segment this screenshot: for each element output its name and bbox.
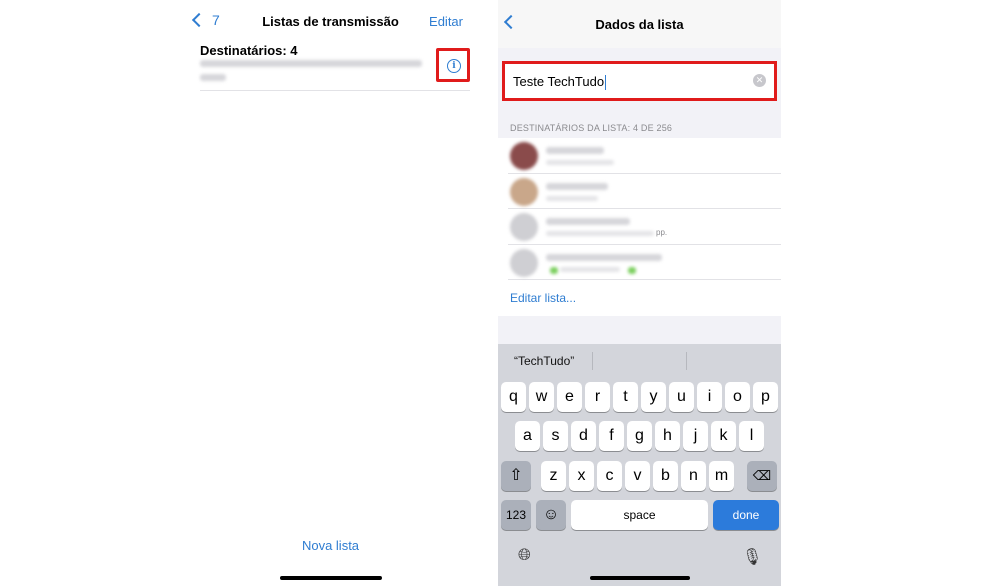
key-e[interactable]: e — [557, 382, 582, 412]
emoji-key[interactable]: ☺ — [536, 500, 566, 530]
key-k[interactable]: k — [711, 421, 736, 451]
home-indicator — [279, 576, 382, 580]
key-i[interactable]: i — [697, 382, 722, 412]
key-j[interactable]: j — [683, 421, 708, 451]
broadcast-lists-screen: 7 Listas de transmissão Editar Destinatá… — [180, 0, 481, 586]
avatar — [510, 248, 538, 277]
key-g[interactable]: g — [627, 421, 652, 451]
info-highlight: i — [436, 48, 470, 82]
globe-icon[interactable]: 🌐︎ — [518, 547, 531, 565]
broadcast-list-item[interactable]: Destinatários: 4 — [200, 40, 470, 91]
microphone-icon[interactable]: 🎙︎ — [742, 547, 762, 567]
list-details-screen: Dados da lista Teste TechTudo ✕ DESTINAT… — [498, 0, 781, 586]
blurred-name — [546, 182, 608, 190]
recipients-list: Editar lista... pp. — [498, 138, 781, 316]
list-item[interactable] — [508, 174, 781, 209]
section-header: DESTINATÁRIOS DA LISTA: 4 DE 256 — [510, 123, 673, 133]
key-d[interactable]: d — [571, 421, 596, 451]
key-x[interactable]: x — [569, 461, 594, 491]
key-o[interactable]: o — [725, 382, 750, 412]
blurred-status — [546, 160, 614, 165]
nav-bar: Dados da lista — [498, 0, 781, 48]
blurred-status — [546, 231, 654, 236]
shift-key[interactable]: ⇧ — [501, 461, 531, 491]
list-name-value: Teste TechTudo — [513, 74, 605, 89]
home-indicator — [589, 576, 690, 580]
keyboard: “TechTudo” qwertyuiop asdfghjkl zxcvbnm … — [498, 344, 781, 586]
info-icon[interactable]: i — [447, 59, 461, 73]
key-u[interactable]: u — [669, 382, 694, 412]
key-b[interactable]: b — [653, 461, 678, 491]
key-c[interactable]: c — [597, 461, 622, 491]
text-caret — [605, 75, 607, 91]
page-title: Dados da lista — [595, 17, 684, 32]
done-key[interactable]: done — [713, 500, 779, 530]
list-item[interactable] — [508, 138, 781, 174]
numbers-key[interactable]: 123 — [501, 500, 531, 530]
key-h[interactable]: h — [655, 421, 680, 451]
key-m[interactable]: m — [709, 461, 734, 491]
edit-button[interactable]: Editar — [429, 14, 463, 29]
clear-icon[interactable]: ✕ — [753, 74, 766, 87]
blurred-status-green — [550, 266, 558, 274]
blurred-recipients-line — [200, 60, 422, 67]
list-title: Destinatários: 4 — [200, 43, 298, 58]
blurred-name — [546, 147, 604, 154]
key-t[interactable]: t — [613, 382, 638, 412]
avatar — [510, 177, 538, 206]
blurred-name — [546, 253, 662, 261]
edit-list-button[interactable]: Editar lista... — [498, 280, 781, 316]
key-a[interactable]: a — [515, 421, 540, 451]
key-p[interactable]: p — [753, 382, 778, 412]
contact-suffix: pp. — [656, 228, 668, 237]
avatar — [510, 213, 538, 241]
suggestion-item[interactable]: “TechTudo” — [514, 354, 574, 368]
key-w[interactable]: w — [529, 382, 554, 412]
blurred-status — [546, 195, 598, 201]
key-y[interactable]: y — [641, 382, 666, 412]
list-name-field[interactable]: Teste TechTudo ✕ — [502, 61, 777, 101]
key-n[interactable]: n — [681, 461, 706, 491]
key-f[interactable]: f — [599, 421, 624, 451]
suggestion-divider — [592, 352, 593, 370]
blurred-status-green — [628, 266, 636, 274]
avatar — [510, 142, 538, 170]
space-key[interactable]: space — [571, 500, 708, 530]
list-item[interactable] — [508, 209, 781, 245]
suggestion-bar: “TechTudo” — [498, 344, 781, 378]
blurred-recipients-line-2 — [200, 74, 226, 81]
key-z[interactable]: z — [541, 461, 566, 491]
new-list-button[interactable]: Nova lista — [180, 538, 481, 553]
key-q[interactable]: q — [501, 382, 526, 412]
key-s[interactable]: s — [543, 421, 568, 451]
blurred-status — [560, 266, 620, 272]
key-v[interactable]: v — [625, 461, 650, 491]
nav-bar: 7 Listas de transmissão Editar — [180, 0, 481, 44]
list-name-input[interactable]: Teste TechTudo — [513, 74, 733, 91]
key-l[interactable]: l — [739, 421, 764, 451]
key-r[interactable]: r — [585, 382, 610, 412]
list-item[interactable] — [508, 245, 781, 280]
suggestion-divider — [686, 352, 687, 370]
backspace-key[interactable]: ⌫ — [747, 461, 777, 491]
blurred-name — [546, 218, 630, 225]
